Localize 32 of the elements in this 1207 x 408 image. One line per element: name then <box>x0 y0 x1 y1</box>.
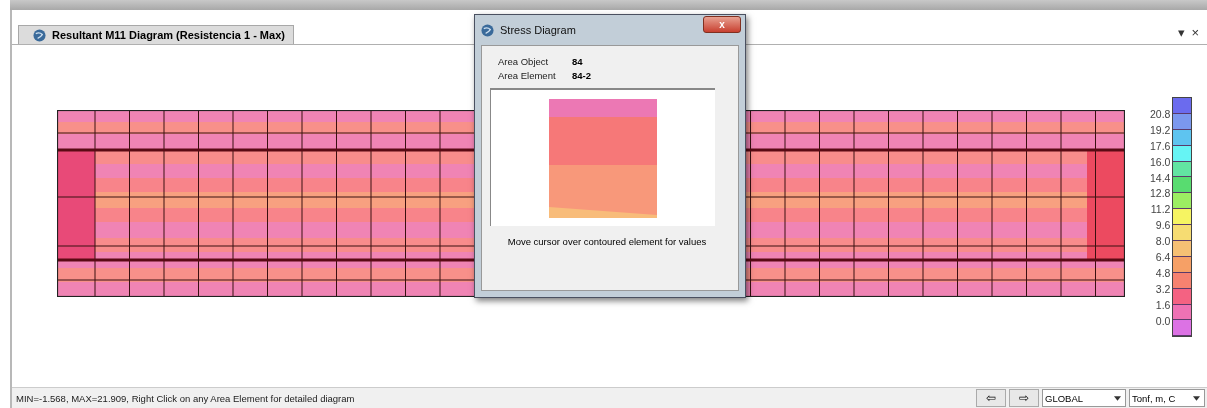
field-value: 84 <box>572 55 583 67</box>
diagram-tab[interactable]: Resultant M11 Diagram (Resistencia 1 - Max) <box>18 25 294 44</box>
field-value: 84-2 <box>572 69 591 81</box>
legend-label: 6.4 <box>1154 250 1171 265</box>
globe-icon <box>33 28 46 42</box>
status-message: MIN=-1.568, MAX=21.909, Right Click on any Area Element for detailed diagram <box>15 392 355 404</box>
legend-label: 14.4 <box>1150 170 1171 186</box>
legend-label: 0.0 <box>1154 313 1171 329</box>
legend-label: 4.8 <box>1154 265 1171 281</box>
dropdown-icon[interactable]: ▾ <box>1178 25 1186 40</box>
dialog-title: Stress Diagram <box>500 24 576 36</box>
back-button[interactable]: ⇦ <box>976 389 1006 407</box>
legend-label: 19.2 <box>1150 122 1171 138</box>
legend-label: 3.2 <box>1154 281 1171 297</box>
caret-icon <box>1114 395 1121 401</box>
legend-label: 16.0 <box>1150 154 1171 170</box>
forward-button[interactable]: ⇨ <box>1009 389 1039 407</box>
units-dropdown[interactable]: Tonf, m, C <box>1129 389 1205 407</box>
close-button[interactable]: × <box>1191 25 1199 40</box>
legend-label: 11.2 <box>1150 202 1171 218</box>
legend-label: 9.6 <box>1154 218 1171 234</box>
legend-label: 12.8 <box>1150 186 1171 202</box>
dialog-caption: Move cursor over contoured element for values <box>506 236 708 247</box>
legend-label: 8.0 <box>1154 234 1171 249</box>
field-label: Area Object <box>498 55 550 67</box>
coordinate-dropdown[interactable]: GLOBAL <box>1042 389 1126 407</box>
globe-icon <box>481 23 494 37</box>
legend-label: 1.6 <box>1154 297 1171 313</box>
caret-icon <box>1193 395 1200 401</box>
legend-label: 20.8 <box>1150 107 1171 122</box>
legend-label: 17.6 <box>1150 138 1171 154</box>
field-label: Area Element <box>498 69 557 81</box>
